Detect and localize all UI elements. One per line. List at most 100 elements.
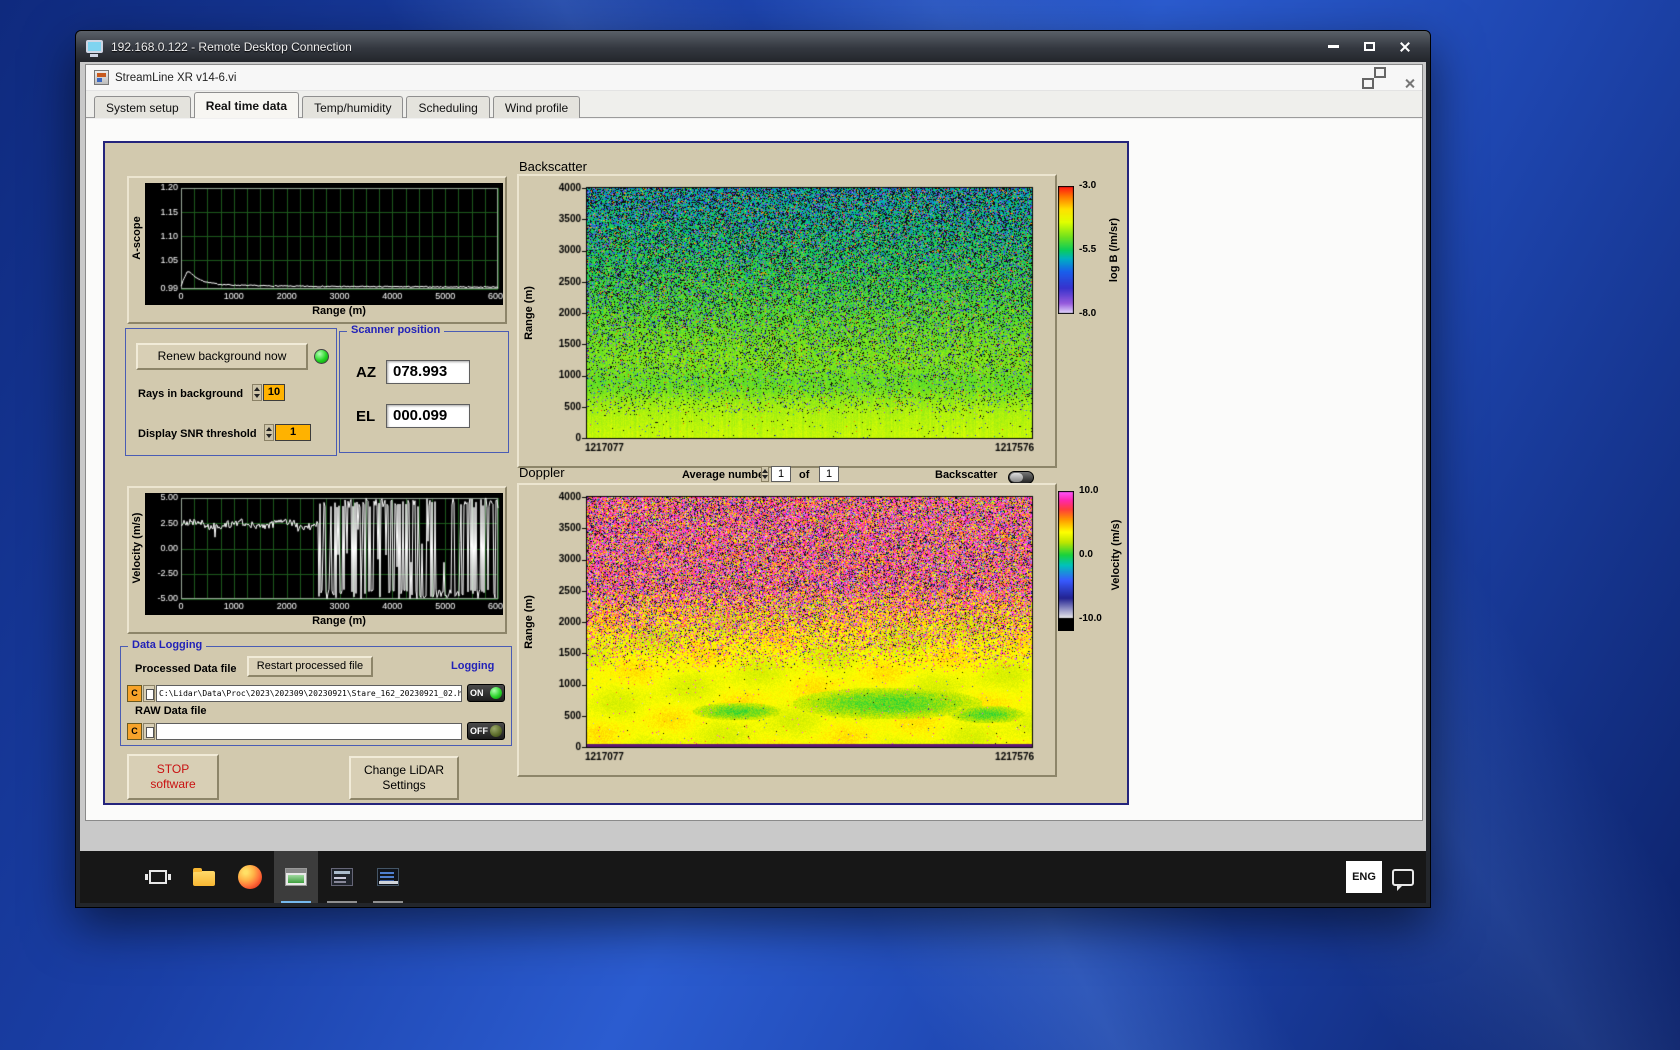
data-logging-box: Data Logging Processed Data file Restart… (120, 639, 512, 746)
on-label: ON (470, 688, 484, 698)
background-controls-box: Renew background now Rays in background … (125, 328, 337, 456)
logging-label: Logging (451, 660, 495, 672)
average-number-label: Average number (682, 469, 769, 481)
file-explorer-button[interactable] (182, 851, 226, 903)
firefox-icon (238, 865, 262, 889)
terminal-app-button[interactable] (366, 851, 410, 903)
tab-real-time-data[interactable]: Real time data (193, 92, 300, 118)
tab-label: Wind profile (504, 100, 569, 115)
logging-on-led (490, 687, 502, 699)
backscatter-colorbar-canvas (1058, 186, 1074, 314)
taskbar: ENG (80, 851, 1426, 903)
rdp-titlebar[interactable]: 192.168.0.122 - Remote Desktop Connectio… (76, 31, 1430, 62)
raw-drive-chip[interactable]: C (127, 723, 142, 740)
desktop-background: 192.168.0.122 - Remote Desktop Connectio… (0, 0, 1680, 1050)
chat-icon (1392, 868, 1414, 891)
backscatter-canvas (539, 180, 1034, 458)
rdp-minimize-button[interactable] (1318, 37, 1348, 57)
restart-processed-file-label: Restart processed file (256, 660, 364, 672)
off-label: OFF (470, 726, 488, 736)
scan-scheduler-button[interactable] (320, 851, 364, 903)
velocity-graph: Velocity (m/s) Range (m) (127, 486, 507, 634)
tab-scheduling[interactable]: Scheduling (406, 96, 490, 118)
a-scope-canvas (145, 183, 503, 305)
processed-browse-icon[interactable] (143, 685, 155, 702)
snr-spinner[interactable] (264, 424, 274, 441)
stop-label-line1: STOP (156, 762, 190, 776)
doppler-colorbar-label: Velocity (m/s) (1110, 519, 1122, 591)
backscatter-colorbar: -3.0 -5.5 -8.0 log B (/m/sr) (1058, 180, 1132, 334)
tab-wind-profile[interactable]: Wind profile (492, 96, 581, 118)
average-number-input[interactable]: 1 (771, 466, 791, 482)
snr-threshold-label: Display SNR threshold (138, 428, 257, 440)
a-scope-graph: A-scope Range (m) (127, 176, 507, 324)
renew-background-button[interactable]: Renew background now (136, 343, 308, 370)
colorbar-tick: -8.0 (1079, 308, 1097, 319)
tab-label: System setup (106, 100, 179, 115)
snr-threshold-input[interactable]: 1 (275, 424, 311, 441)
app-title: StreamLine XR v14-6.vi (115, 71, 237, 84)
colorbar-tick: 0.0 (1079, 549, 1093, 560)
app-titlebar[interactable]: StreamLine XR v14-6.vi (86, 65, 1422, 91)
processed-path-field[interactable]: C:\Lidar\Data\Proc\2023\202309\20230921\… (156, 685, 462, 702)
doppler-y-axis-label: Range (m) (523, 595, 535, 649)
rdp-close-button[interactable] (1390, 37, 1420, 57)
notifications-button[interactable] (1392, 868, 1414, 891)
rdp-title: 192.168.0.122 - Remote Desktop Connectio… (111, 39, 352, 54)
folder-icon (193, 868, 215, 886)
doppler-colorbar-canvas (1058, 491, 1074, 619)
app-window-icon (285, 868, 307, 886)
raw-path-field[interactable] (156, 723, 462, 740)
doppler-graph: Range (m) (517, 483, 1057, 777)
remote-desktop-icon (86, 40, 103, 57)
raw-browse-icon[interactable] (143, 723, 155, 740)
scanner-position-box: Scanner position AZ 078.993 EL 000.099 (339, 324, 509, 453)
minimize-icon (1327, 45, 1339, 48)
firefox-button[interactable] (228, 851, 272, 903)
tab-system-setup[interactable]: System setup (94, 96, 191, 118)
processed-data-file-label: Processed Data file (135, 663, 237, 675)
change-settings-line2: Settings (382, 778, 426, 792)
tab-label: Temp/humidity (314, 100, 392, 115)
lidar-panel: A-scope Range (m) Renew background now R… (103, 141, 1129, 805)
backscatter-colorbar-label: log B (/m/sr) (1108, 217, 1120, 283)
average-count-value[interactable]: 1 (819, 466, 839, 482)
velocity-y-axis-label: Velocity (m/s) (131, 512, 143, 584)
doppler-colorbar: 10.0 0.0 -10.0 Velocity (m/s) (1058, 485, 1132, 639)
raw-logging-toggle[interactable]: OFF (467, 722, 505, 740)
backscatter-y-axis-label: Range (m) (523, 286, 535, 340)
doppler-canvas (539, 489, 1034, 767)
rays-in-background-input[interactable]: 10 (263, 384, 285, 401)
processed-drive-chip[interactable]: C (127, 685, 142, 702)
average-number-spinner[interactable] (761, 466, 769, 482)
azimuth-value: 078.993 (386, 360, 470, 384)
streamline-app-button[interactable] (274, 851, 318, 903)
change-settings-line1: Change LiDAR (363, 763, 445, 777)
labview-vi-icon (94, 70, 109, 85)
scanner-position-title: Scanner position (347, 324, 445, 336)
raw-data-file-label: RAW Data file (135, 705, 207, 717)
colorbar-tick: 10.0 (1079, 485, 1099, 496)
rdp-maximize-button[interactable] (1354, 37, 1384, 57)
colorbar-tick: -10.0 (1079, 613, 1102, 624)
doppler-colorbar-underflow (1058, 619, 1074, 631)
restart-processed-file-button[interactable]: Restart processed file (247, 656, 373, 677)
tab-label: Scheduling (418, 100, 478, 115)
change-lidar-settings-button[interactable]: Change LiDAR Settings (349, 756, 459, 800)
task-view-icon (145, 870, 171, 884)
processed-logging-toggle[interactable]: ON (467, 684, 505, 702)
task-view-button[interactable] (136, 851, 180, 903)
elevation-value: 000.099 (386, 404, 470, 428)
close-icon (1399, 41, 1411, 53)
maximize-icon (1363, 42, 1375, 51)
backscatter-section-title: Backscatter (519, 159, 587, 174)
rays-in-background-label: Rays in background (138, 388, 244, 400)
backscatter-graph: Range (m) (517, 174, 1057, 468)
tab-temp-humidity[interactable]: Temp/humidity (302, 96, 404, 118)
of-label: of (799, 469, 810, 481)
language-indicator[interactable]: ENG (1346, 861, 1382, 893)
rays-spinner[interactable] (252, 384, 262, 401)
stop-software-button[interactable]: STOP software (127, 754, 219, 800)
rdp-window: 192.168.0.122 - Remote Desktop Connectio… (75, 30, 1431, 908)
elevation-label: EL (356, 408, 376, 425)
